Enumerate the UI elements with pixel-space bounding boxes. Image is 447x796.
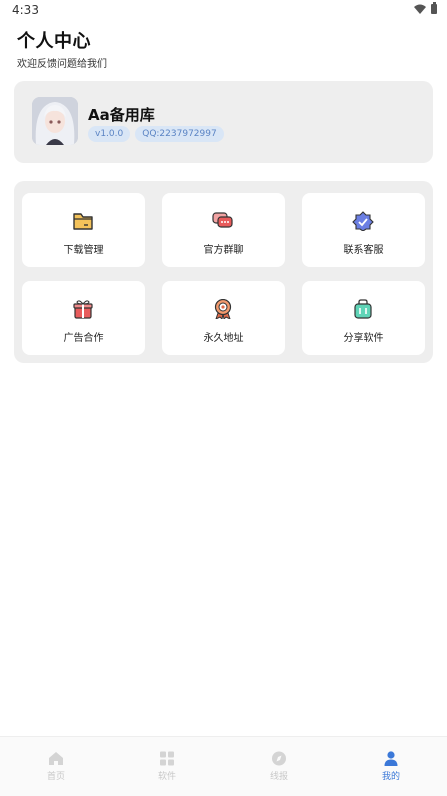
nav-item-news[interactable]: 线报 [249,751,309,782]
profile-card[interactable]: Aa备用库 v1.0.0 QQ:2237972997 [14,81,433,163]
nav-label: 我的 [381,772,400,782]
profile-badges: v1.0.0 QQ:2237972997 [88,126,224,142]
gift-icon [73,300,93,319]
wifi-icon [414,4,426,14]
tile-ad-cooperation[interactable]: 广告合作 [22,281,145,355]
bottom-nav: 首页 软件 线报 我的 [0,736,447,796]
nav-label: 首页 [46,772,65,782]
page-subtitle: 欢迎反馈问题给我们 [17,59,107,70]
nav-item-mine[interactable]: 我的 [361,751,421,782]
qq-badge[interactable]: QQ:2237972997 [135,126,224,142]
tile-official-group[interactable]: 官方群聊 [162,193,285,267]
compass-icon [272,751,286,766]
status-icons [414,2,437,14]
tile-label: 下载管理 [63,245,104,256]
grid-icon [160,751,174,766]
tile-label: 广告合作 [63,333,104,344]
medal-icon [214,299,232,319]
folder-icon [73,213,93,230]
chat-icon [212,212,233,228]
tile-permanent-address[interactable]: 永久地址 [162,281,285,355]
tile-contact-support[interactable]: 联系客服 [302,193,425,267]
home-icon [49,752,63,765]
nav-item-home[interactable]: 首页 [26,751,86,782]
tile-download-manager[interactable]: 下载管理 [22,193,145,267]
tile-label: 官方群聊 [203,245,244,256]
person-icon [384,751,398,766]
profile-name: Aa备用库 [88,106,155,124]
status-bar: 4:33 [0,0,447,20]
tile-label: 永久地址 [203,333,244,344]
function-grid: 下载管理 官方群聊 联系客服 广告合作 永久地址 分享软件 [14,181,433,363]
nav-label: 软件 [157,772,176,782]
version-badge: v1.0.0 [88,126,131,142]
bag-icon [354,299,372,319]
nav-label: 线报 [269,772,288,782]
battery-icon [431,2,437,14]
status-time: 4:33 [12,3,39,17]
tile-label: 联系客服 [343,245,384,256]
header: 个人中心 欢迎反馈问题给我们 [17,27,107,70]
verified-badge-icon [352,211,374,231]
tile-label: 分享软件 [343,333,384,344]
tile-share-app[interactable]: 分享软件 [302,281,425,355]
page-title: 个人中心 [17,31,91,52]
nav-item-software[interactable]: 软件 [137,751,197,782]
avatar[interactable] [32,97,78,145]
